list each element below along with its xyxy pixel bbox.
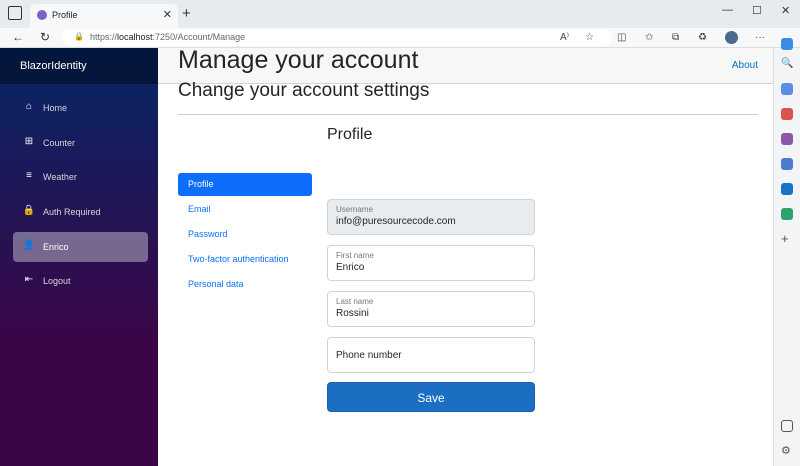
- brand-name[interactable]: BlazorIdentity: [0, 48, 158, 84]
- minimize-icon[interactable]: —: [722, 4, 733, 16]
- close-window-icon[interactable]: ✕: [781, 4, 790, 17]
- person-icon: 👤: [22, 240, 36, 251]
- settings-gear-icon[interactable]: ⚙: [781, 444, 793, 457]
- manage-nav-profile[interactable]: Profile: [178, 173, 312, 196]
- nav-label: Auth Required: [43, 207, 101, 217]
- browser-tab[interactable]: Profile ✕: [30, 4, 178, 28]
- search-icon[interactable]: 🔍: [781, 58, 793, 70]
- refresh-icon[interactable]: ↻: [40, 30, 50, 44]
- phone-number-field[interactable]: Phone number: [327, 337, 535, 373]
- outlook-icon[interactable]: [781, 183, 793, 195]
- url-path: :7250/Account/Manage: [152, 32, 246, 42]
- nav-label: Weather: [43, 172, 77, 182]
- url-field[interactable]: 🔒 https://localhost:7250/Account/Manage: [62, 29, 612, 46]
- last-name-label: Last name: [336, 297, 374, 306]
- games-icon[interactable]: [781, 133, 793, 145]
- lock-icon: 🔒: [74, 32, 84, 41]
- profile-avatar-icon[interactable]: [725, 31, 738, 44]
- nav-item-enrico[interactable]: 👤 Enrico: [13, 232, 148, 262]
- app-sidebar: BlazorIdentity ⌂ Home ⊞ Counter ≡ Weathe…: [0, 48, 158, 466]
- page-title: Manage your account: [178, 46, 419, 74]
- first-name-label: First name: [336, 251, 374, 260]
- divider: [178, 114, 758, 115]
- first-name-field[interactable]: First name Enrico: [327, 245, 535, 281]
- username-label: Username: [336, 205, 373, 214]
- last-name-field[interactable]: Last name Rossini: [327, 291, 535, 327]
- microsoft365-icon[interactable]: [781, 158, 793, 170]
- nav-label: Enrico: [43, 242, 69, 252]
- favorite-star-icon[interactable]: ☆: [585, 32, 594, 43]
- section-title: Profile: [327, 126, 373, 143]
- nav-item-counter[interactable]: ⊞ Counter: [13, 128, 148, 158]
- nav-item-logout[interactable]: ⇤ Logout: [13, 266, 148, 296]
- nav-label: Home: [43, 103, 68, 113]
- extensions-icon[interactable]: ♻: [698, 32, 707, 43]
- favorites-icon[interactable]: ✩: [645, 32, 653, 43]
- address-bar-row: ← ↻ 🔒 https://localhost:7250/Account/Man…: [0, 28, 800, 48]
- username-field[interactable]: Username info@puresourcecode.com: [327, 199, 535, 235]
- save-button[interactable]: Save: [327, 382, 535, 412]
- add-icon[interactable]: +: [781, 231, 793, 246]
- close-tab-icon[interactable]: ✕: [163, 8, 172, 21]
- first-name-value: Enrico: [336, 262, 365, 273]
- sidebar-toggle-icon[interactable]: [781, 420, 793, 432]
- back-icon[interactable]: ←: [12, 30, 24, 44]
- nav-item-auth-required[interactable]: 🔒 Auth Required: [13, 197, 148, 227]
- manage-nav-two-factor[interactable]: Two-factor authentication: [178, 248, 312, 271]
- nav-label: Logout: [43, 276, 71, 286]
- last-name-value: Rossini: [336, 308, 369, 319]
- blazor-favicon-icon: [37, 10, 47, 20]
- shopping-icon[interactable]: [781, 83, 793, 95]
- read-aloud-icon[interactable]: A⁾: [560, 32, 569, 43]
- logout-icon: ⇤: [24, 274, 34, 285]
- browser-tab-bar: Profile ✕ + — ☐ ✕: [0, 0, 800, 28]
- page-subtitle: Change your account settings: [178, 80, 430, 101]
- phone-number-label: Phone number: [336, 350, 402, 361]
- url-prefix: https://: [90, 32, 118, 42]
- list-icon: ≡: [26, 170, 32, 181]
- nav-item-home[interactable]: ⌂ Home: [13, 93, 148, 123]
- more-menu-icon[interactable]: ···: [755, 32, 765, 43]
- nav-label: Counter: [43, 138, 76, 148]
- lock-icon: 🔒: [22, 205, 36, 216]
- collections-icon[interactable]: ⧉: [672, 32, 679, 43]
- url-host: localhost: [117, 32, 153, 42]
- tools-icon[interactable]: [781, 108, 793, 120]
- copilot-icon[interactable]: [781, 38, 793, 50]
- plus-square-icon: ⊞: [24, 136, 34, 147]
- tab-title: Profile: [52, 10, 78, 20]
- browser-side-panel: 🔍 + ⚙: [773, 38, 800, 466]
- nav-item-weather[interactable]: ≡ Weather: [13, 162, 148, 192]
- tab-actions-icon[interactable]: [8, 6, 22, 20]
- drop-icon[interactable]: [781, 208, 793, 220]
- home-icon: ⌂: [25, 101, 33, 112]
- split-screen-icon[interactable]: ◫: [617, 32, 626, 43]
- manage-nav-personal-data[interactable]: Personal data: [178, 273, 312, 296]
- new-tab-icon[interactable]: +: [182, 5, 191, 22]
- username-value: info@puresourcecode.com: [336, 216, 456, 227]
- manage-nav-email[interactable]: Email: [178, 198, 312, 221]
- maximize-icon[interactable]: ☐: [752, 4, 762, 17]
- manage-nav-password[interactable]: Password: [178, 223, 312, 246]
- about-link[interactable]: About: [732, 60, 758, 71]
